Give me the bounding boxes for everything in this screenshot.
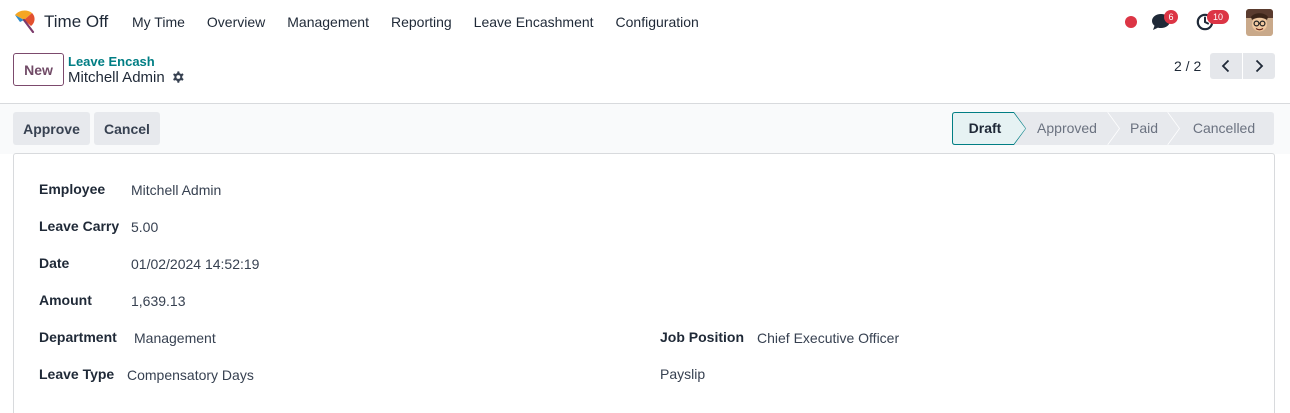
department-field[interactable]: Management <box>134 330 216 346</box>
activities-count-badge: 10 <box>1207 10 1229 24</box>
menu-item-my-time[interactable]: My Time <box>121 0 196 44</box>
form-statusbar: Approve Cancel Draft Approved Paid Cance… <box>0 104 1290 154</box>
user-avatar[interactable] <box>1246 9 1273 36</box>
department-label: Department <box>39 329 117 345</box>
menu-item-leave-encashment[interactable]: Leave Encashment <box>463 0 605 44</box>
gear-icon[interactable] <box>171 70 185 84</box>
amount-label: Amount <box>39 292 92 308</box>
leave-type-label: Leave Type <box>39 366 115 382</box>
menu-item-reporting[interactable]: Reporting <box>380 0 463 44</box>
chevron-left-icon <box>1221 59 1230 73</box>
leave-carry-field[interactable]: 5.00 <box>131 219 158 235</box>
breadcrumb-current: Mitchell Admin <box>68 69 165 86</box>
menu-item-overview[interactable]: Overview <box>196 0 276 44</box>
breadcrumb-parent-link[interactable]: Leave Encash <box>68 54 155 69</box>
job-position-label: Job Position <box>660 329 744 345</box>
new-button[interactable]: New <box>13 53 64 86</box>
stage-approved[interactable]: Approved <box>1014 112 1120 145</box>
chevron-right-icon <box>1255 59 1264 73</box>
top-navbar: Time Off My Time Overview Management Rep… <box>0 0 1290 44</box>
stage-cancelled[interactable]: Cancelled <box>1168 112 1274 145</box>
time-off-app-logo[interactable] <box>13 9 37 33</box>
amount-field[interactable]: 1,639.13 <box>131 293 186 309</box>
presence-status-icon[interactable] <box>1125 16 1137 28</box>
employee-field[interactable]: Mitchell Admin <box>131 182 221 198</box>
cancel-button[interactable]: Cancel <box>94 112 160 145</box>
stage-approved-label: Approved <box>1037 120 1097 136</box>
employee-label: Employee <box>39 181 106 197</box>
menu-item-configuration[interactable]: Configuration <box>605 0 710 44</box>
form-sheet: Employee Mitchell Admin Leave Carry 5.00… <box>13 153 1275 413</box>
pager-next-button[interactable] <box>1243 53 1275 79</box>
app-title[interactable]: Time Off <box>44 12 108 32</box>
main-menu: My Time Overview Management Reporting Le… <box>121 0 710 44</box>
date-label: Date <box>39 255 70 271</box>
payslip-label: Payslip <box>660 366 706 382</box>
stage-cancelled-label: Cancelled <box>1192 120 1256 136</box>
leave-carry-label: Leave Carry <box>39 218 120 234</box>
job-position-field[interactable]: Chief Executive Officer <box>757 330 899 346</box>
approve-button[interactable]: Approve <box>13 112 90 145</box>
date-field[interactable]: 01/02/2024 14:52:19 <box>131 256 259 272</box>
stage-draft-label: Draft <box>968 120 1002 136</box>
messages-count-badge: 6 <box>1164 10 1178 24</box>
menu-item-management[interactable]: Management <box>276 0 380 44</box>
leave-type-field[interactable]: Compensatory Days <box>127 367 254 383</box>
pager-value[interactable]: 2 / 2 <box>1174 58 1201 74</box>
pager-previous-button[interactable] <box>1210 53 1242 79</box>
